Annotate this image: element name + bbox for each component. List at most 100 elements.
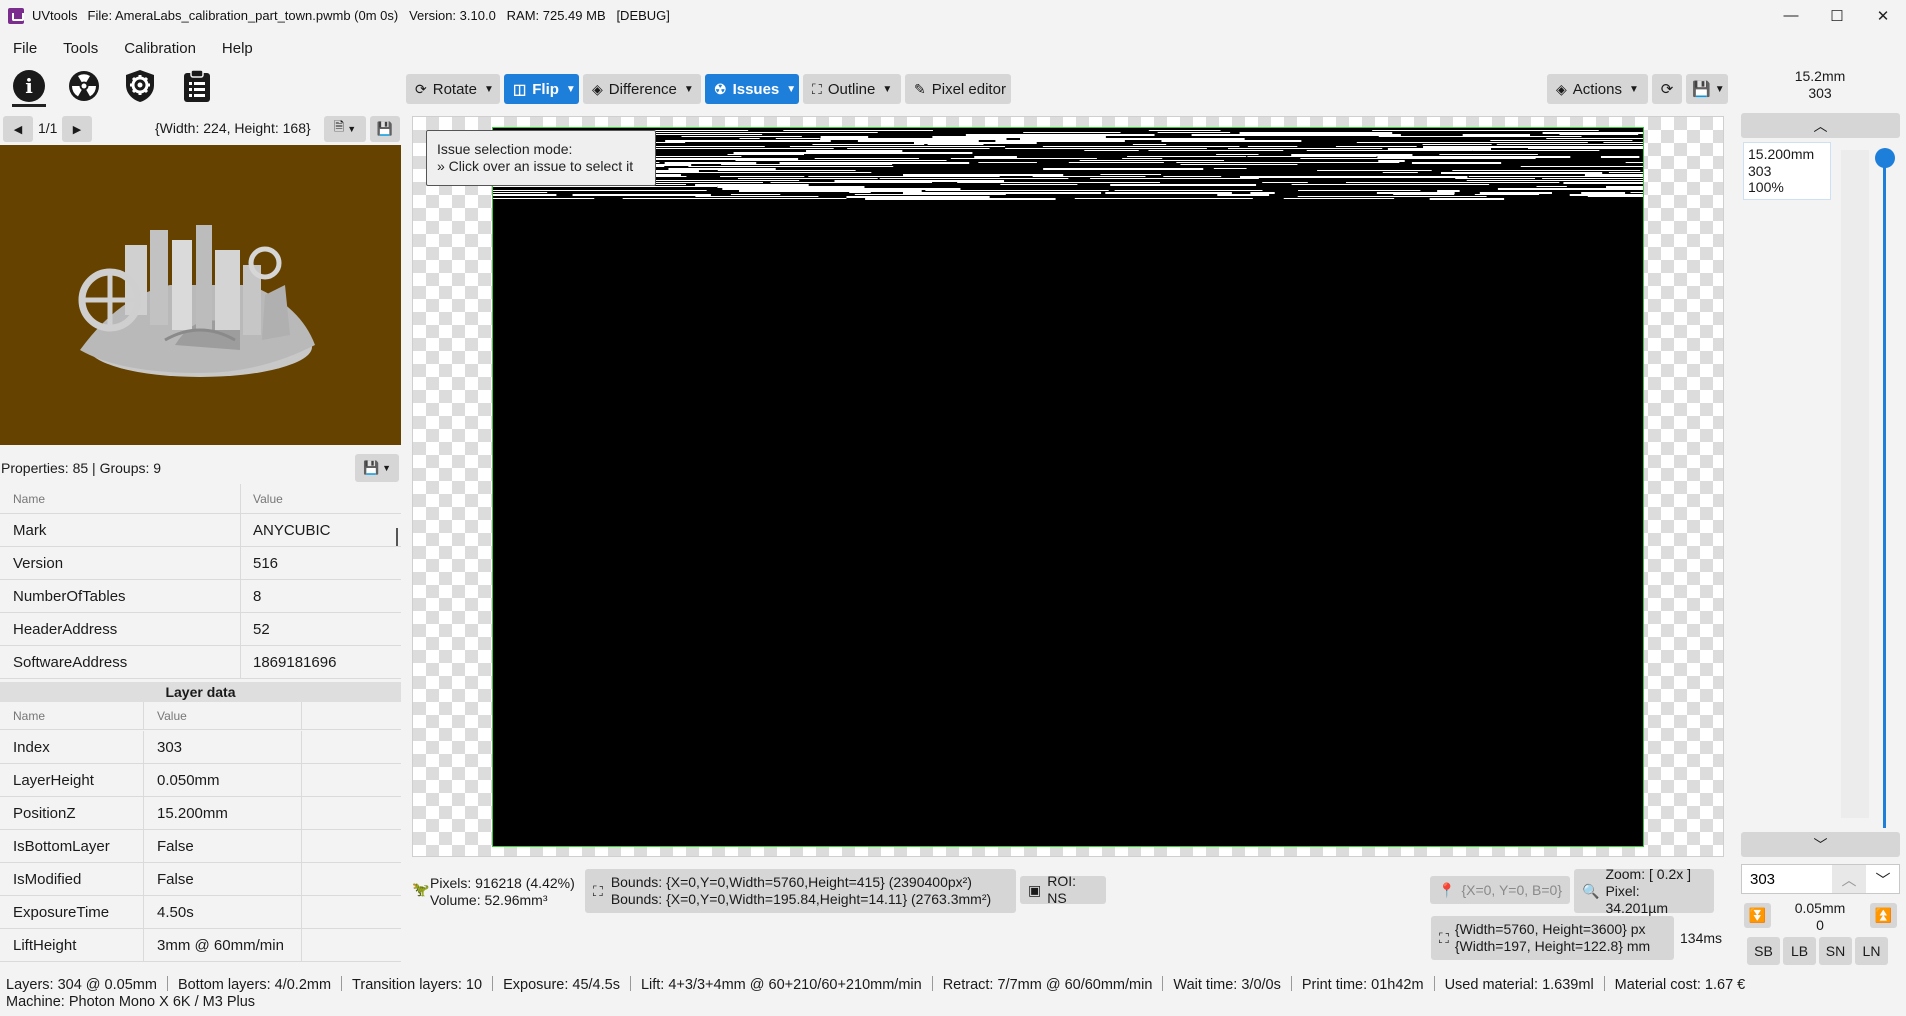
- chevron-down-icon: ▼: [683, 83, 694, 95]
- layer-data-col-name: Name: [13, 708, 46, 723]
- next-thumbnail-button[interactable]: ▶: [62, 116, 92, 142]
- thumbnail-export-button[interactable]: 🗎 ▼: [324, 116, 366, 142]
- bounds-button[interactable]: ⛶ Bounds: {X=0,Y=0,Width=5760,Height=415…: [585, 869, 1016, 913]
- thumbnail-dimensions: {Width: 224, Height: 168}: [155, 120, 311, 136]
- top-layer-index: 303: [1808, 85, 1832, 101]
- layer-slider-thumb[interactable]: [1875, 148, 1895, 168]
- window-title: File: AmeraLabs_calibration_part_town.pw…: [87, 8, 670, 23]
- tab-pixel-dimming[interactable]: [120, 66, 160, 106]
- property-name: NumberOfTables: [13, 587, 126, 605]
- issues-label: Issues: [732, 80, 780, 98]
- refresh-button[interactable]: ⟳: [1652, 74, 1682, 104]
- volume-value: Volume: 52.96mm³: [430, 892, 548, 908]
- layer-data-row[interactable]: Index 303: [0, 730, 401, 764]
- properties-scrollbar[interactable]: [396, 528, 398, 546]
- roi-label: ROI: NS: [1047, 873, 1077, 906]
- outline-button[interactable]: ⛶ Outline ▼: [803, 74, 901, 104]
- layer-image[interactable]: [492, 127, 1644, 847]
- menu-file[interactable]: File: [0, 40, 50, 57]
- layer-data-row[interactable]: LayerHeight 0.050mm: [0, 763, 401, 797]
- maximize-button[interactable]: ☐: [1814, 0, 1860, 31]
- bounds-pixels: Bounds: {X=0,Y=0,Width=5760,Height=415} …: [610, 874, 972, 890]
- issues-button[interactable]: ☢ Issues ▼: [705, 74, 799, 104]
- tip-height: 15.200mm: [1748, 146, 1815, 162]
- layer-data-row[interactable]: IsModified False: [0, 862, 401, 896]
- menu-help[interactable]: Help: [209, 40, 266, 57]
- lb-button[interactable]: LB: [1783, 937, 1816, 965]
- layer-up-button[interactable]: ︿: [1741, 113, 1900, 138]
- go-to-last-layer-button[interactable]: ⏫: [1870, 903, 1897, 928]
- property-name: SoftwareAddress: [13, 653, 128, 671]
- sn-button[interactable]: SN: [1819, 937, 1852, 965]
- flip-label: Flip: [532, 80, 559, 98]
- close-button[interactable]: ✕: [1860, 0, 1906, 31]
- properties-export-button[interactable]: 💾 ▼: [355, 454, 399, 482]
- print-summary-item: Print time: 01h42m: [1301, 977, 1424, 993]
- actions-button[interactable]: ◈ Actions ▼: [1547, 74, 1648, 104]
- resolution-button[interactable]: ⛶ {Width=5760, Height=3600} px {Width=19…: [1431, 916, 1674, 960]
- property-value: 516: [240, 546, 278, 580]
- property-name: Mark: [13, 521, 47, 539]
- layer-data-value: 0.050mm: [143, 763, 220, 797]
- property-row[interactable]: SoftwareAddress 1869181696: [0, 645, 401, 679]
- go-to-first-layer-button[interactable]: ⏬: [1744, 903, 1771, 928]
- ln-button[interactable]: LN: [1855, 937, 1888, 965]
- save-icon: 💾: [362, 460, 380, 475]
- property-row[interactable]: Version 516: [0, 546, 401, 580]
- difference-button[interactable]: ◈ Difference ▼: [583, 74, 701, 104]
- layer-data-row[interactable]: IsBottomLayer False: [0, 829, 401, 863]
- layer-data-value: 3mm @ 60mm/min: [143, 928, 284, 962]
- save-layer-button[interactable]: 💾 ▼: [1686, 74, 1728, 104]
- prev-thumbnail-button[interactable]: ◀: [3, 116, 33, 142]
- menu-tools[interactable]: Tools: [50, 40, 111, 57]
- layer-down-button[interactable]: ﹀: [1741, 832, 1900, 857]
- minimize-button[interactable]: —: [1768, 0, 1814, 31]
- layer-data-row[interactable]: PositionZ 15.200mm: [0, 796, 401, 830]
- properties-grid-header: Name Value: [0, 484, 401, 514]
- pen-icon: ✎: [914, 80, 926, 97]
- property-row[interactable]: NumberOfTables 8: [0, 579, 401, 613]
- zoom-button[interactable]: 🔍 Zoom: [ 0.2x ] Pixel: 34.201µm: [1574, 865, 1714, 916]
- resolution-mm: {Width=197, Height=122.8} mm: [1454, 938, 1651, 954]
- layer-number-box: ︿ ﹀: [1741, 864, 1900, 894]
- layer-data-row[interactable]: LiftHeight 3mm @ 60mm/min: [0, 928, 401, 962]
- chevron-down-icon: ▼: [786, 83, 797, 95]
- layer-data-row[interactable]: ExposureTime 4.50s: [0, 895, 401, 929]
- flip-button[interactable]: ◫ Flip ▼: [504, 74, 579, 104]
- layer-data-name: LiftHeight: [13, 936, 77, 954]
- layer-number-input[interactable]: [1742, 865, 1832, 893]
- rotate-icon: ⟳: [415, 80, 427, 97]
- flip-icon: ◫: [513, 80, 527, 97]
- tab-information[interactable]: i: [9, 66, 49, 106]
- tab-issues[interactable]: [64, 66, 104, 106]
- layer-data-value: False: [143, 862, 194, 896]
- layer-data-name: IsModified: [13, 870, 82, 888]
- sb-button[interactable]: SB: [1747, 937, 1780, 965]
- layer-slider-fill: [1883, 158, 1886, 828]
- property-row[interactable]: HeaderAddress 52: [0, 612, 401, 646]
- zoom-level: Zoom: [ 0.2x ]: [1605, 865, 1692, 882]
- information-icon: i: [13, 70, 45, 102]
- active-tab-indicator: [12, 104, 46, 107]
- coordinates-value: {X=0, Y=0, B=0}: [1461, 881, 1562, 898]
- difference-label: Difference: [608, 80, 677, 98]
- property-row[interactable]: Mark ANYCUBIC: [0, 513, 401, 547]
- print-summary-item: Transition layers: 10: [352, 977, 483, 993]
- layer-increment-button[interactable]: ︿: [1832, 865, 1866, 893]
- layers-icon: ◈: [1556, 80, 1567, 97]
- save-icon: 💾: [376, 121, 394, 136]
- rotate-button[interactable]: ⟳ Rotate ▼: [406, 74, 500, 104]
- roi-button[interactable]: ▣ ROI: NS: [1020, 873, 1106, 906]
- layers-icon: ◈: [592, 80, 603, 97]
- layer-data-grid-header: Name Value: [0, 702, 401, 730]
- layer-data-name: ExposureTime: [13, 903, 110, 921]
- pixel-editor-button[interactable]: ✎ Pixel editor: [905, 74, 1011, 104]
- double-chevron-up-icon: ⏫: [1874, 907, 1893, 923]
- tab-log[interactable]: [177, 66, 217, 106]
- layer-slider-track[interactable]: [1841, 150, 1869, 818]
- thumbnail-save-button[interactable]: 💾: [370, 116, 400, 142]
- menu-calibration[interactable]: Calibration: [111, 40, 209, 57]
- chevron-down-icon: ▼: [565, 83, 576, 95]
- layer-decrement-button[interactable]: ﹀: [1866, 865, 1900, 893]
- thumbnail-counter: 1/1: [38, 120, 58, 136]
